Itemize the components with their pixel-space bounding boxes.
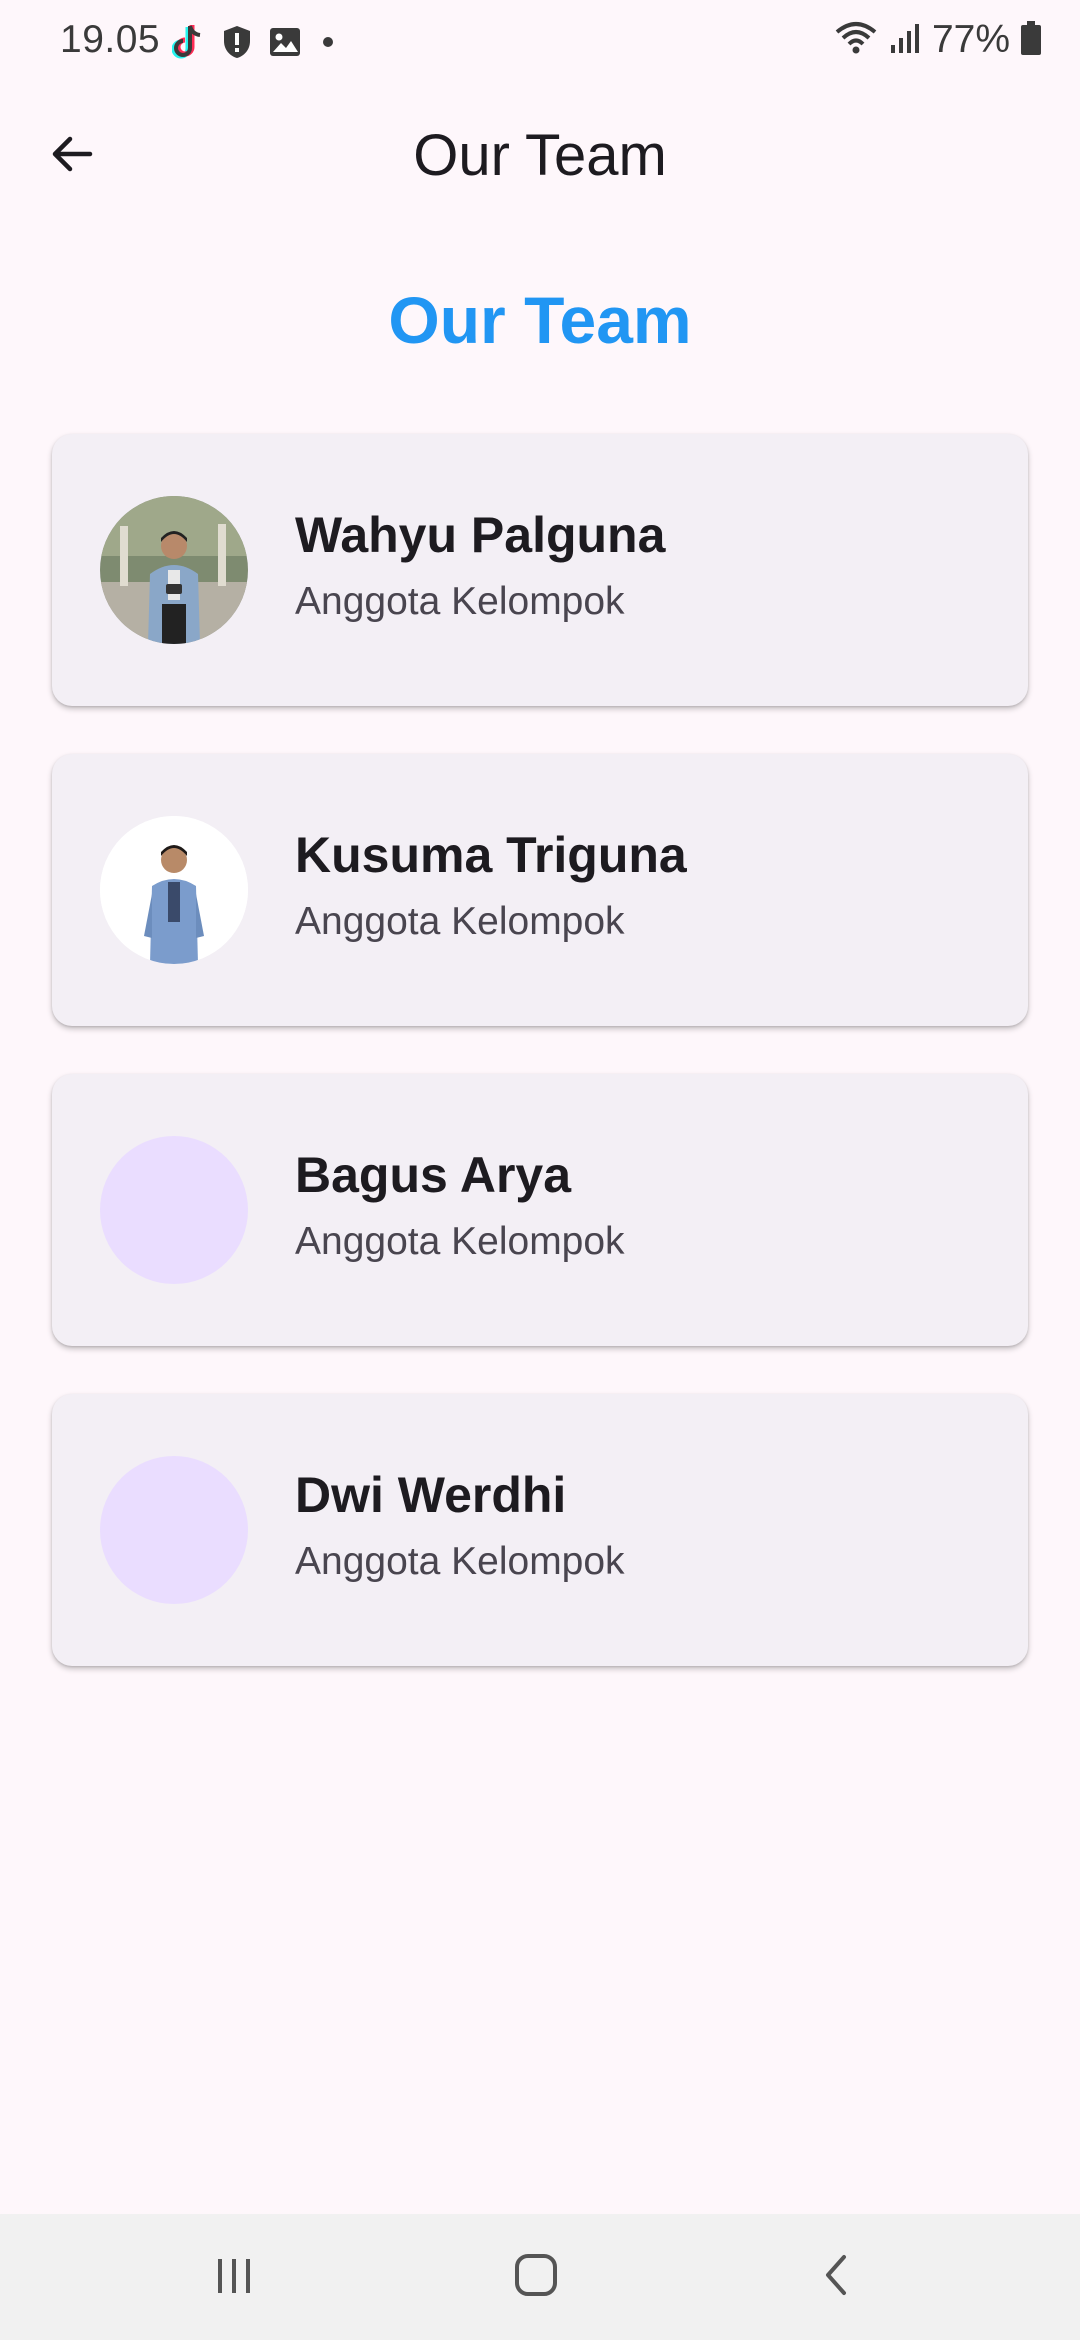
app-bar-title: Our Team <box>413 123 667 188</box>
recent-apps-button[interactable] <box>184 2242 284 2312</box>
team-member-card[interactable]: Bagus Arya Anggota Kelompok <box>52 1074 1028 1346</box>
team-member-card[interactable]: Kusuma Triguna Anggota Kelompok <box>52 754 1028 1026</box>
member-role: Anggota Kelompok <box>295 900 625 943</box>
gallery-icon <box>268 26 302 63</box>
recent-apps-icon <box>212 2253 256 2302</box>
battery-percent: 77% <box>931 18 1010 61</box>
member-role: Anggota Kelompok <box>295 1540 625 1583</box>
status-system-icons: 77% <box>834 18 1042 62</box>
member-name: Bagus Arya <box>295 1147 572 1203</box>
back-icon <box>816 2253 860 2302</box>
battery-icon <box>1020 20 1042 61</box>
shield-alert-icon <box>222 24 252 65</box>
app-bar: Our Team <box>0 100 1080 212</box>
avatar <box>100 816 248 964</box>
tiktok-icon <box>171 22 206 67</box>
status-time: 19.05 <box>60 18 161 61</box>
home-icon <box>512 2251 560 2304</box>
status-bar: 19.05 77% <box>0 0 1080 84</box>
signal-icon <box>888 21 922 60</box>
avatar-placeholder <box>100 1456 248 1604</box>
member-role: Anggota Kelompok <box>295 1220 625 1263</box>
avatar <box>100 496 248 644</box>
page-heading: Our Team <box>388 283 692 357</box>
member-name: Kusuma Triguna <box>295 827 687 883</box>
team-member-card[interactable]: Dwi Werdhi Anggota Kelompok <box>52 1394 1028 1666</box>
member-role: Anggota Kelompok <box>295 580 625 623</box>
wifi-icon <box>834 20 878 61</box>
system-nav-bar <box>0 2214 1080 2340</box>
home-button[interactable] <box>486 2242 586 2312</box>
member-name: Dwi Werdhi <box>295 1467 567 1523</box>
status-notification-icons <box>171 22 338 67</box>
member-name: Wahyu Palguna <box>295 507 666 563</box>
nav-back-button[interactable] <box>788 2242 888 2312</box>
team-list: Wahyu Palguna Anggota Kelompok Kusuma Tr… <box>52 434 1028 1714</box>
team-member-card[interactable]: Wahyu Palguna Anggota Kelompok <box>52 434 1028 706</box>
dot-icon <box>318 32 338 57</box>
avatar-placeholder <box>100 1136 248 1284</box>
